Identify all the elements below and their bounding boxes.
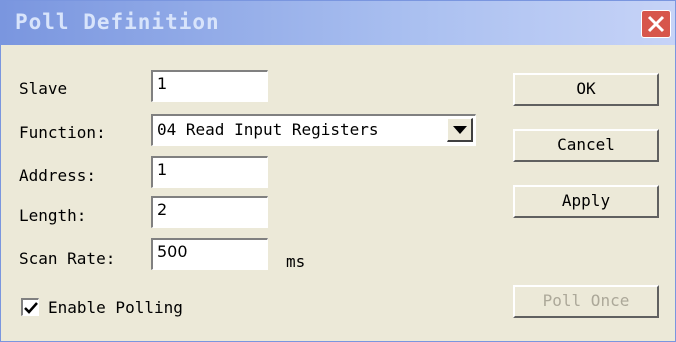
checkmark-icon <box>24 302 38 314</box>
function-selected-value: 04 Read Input Registers <box>157 120 379 139</box>
poll-definition-dialog: Poll Definition Slave 1 Function: 04 Rea… <box>0 0 676 342</box>
close-icon <box>647 15 665 33</box>
address-label: Address: <box>19 166 97 185</box>
scan-rate-field[interactable]: 500 <box>151 238 268 270</box>
length-label: Length: <box>19 206 87 225</box>
title-bar[interactable]: Poll Definition <box>1 1 675 45</box>
function-select[interactable]: 04 Read Input Registers <box>151 114 476 146</box>
slave-field[interactable]: 1 <box>151 70 268 102</box>
function-dropdown-button[interactable] <box>447 118 473 142</box>
enable-polling-label[interactable]: Enable Polling <box>48 298 183 317</box>
close-button[interactable] <box>641 10 671 38</box>
address-field[interactable]: 1 <box>151 156 268 188</box>
window-title: Poll Definition <box>15 10 220 34</box>
slave-label: Slave <box>19 79 68 98</box>
chevron-down-icon <box>453 126 467 134</box>
scan-rate-unit: ms <box>286 252 306 271</box>
length-field[interactable]: 2 <box>151 196 268 228</box>
enable-polling-checkbox[interactable] <box>21 298 39 316</box>
poll-once-button[interactable]: Poll Once <box>513 285 659 318</box>
ok-button[interactable]: OK <box>513 73 659 106</box>
scan-rate-label: Scan Rate: <box>19 249 116 268</box>
function-label: Function: <box>19 123 106 142</box>
cancel-button[interactable]: Cancel <box>513 129 659 162</box>
apply-button[interactable]: Apply <box>513 185 659 218</box>
